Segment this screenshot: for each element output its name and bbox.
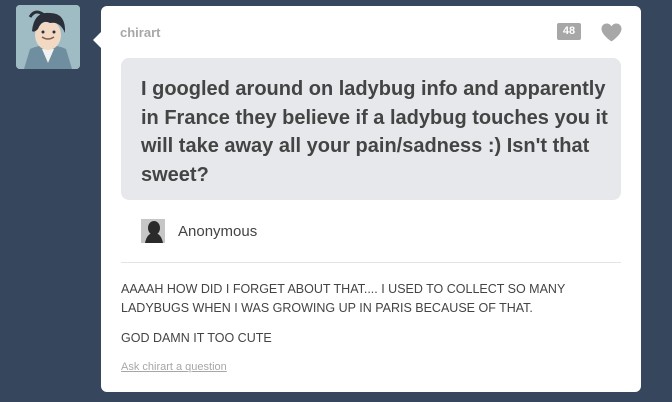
anonymous-silhouette-icon	[141, 219, 165, 243]
asker-info: Anonymous	[141, 219, 257, 243]
card-pointer	[93, 32, 101, 48]
asker-name: Anonymous	[178, 222, 258, 240]
answer-body: AAAAH HOW DID I FORGET ABOUT THAT.... I …	[121, 280, 621, 359]
ask-post-card: chirart 48 I googled around on ladybug i…	[93, 6, 641, 392]
divider	[121, 262, 621, 263]
answer-paragraph: AAAAH HOW DID I FORGET ABOUT THAT.... I …	[121, 282, 566, 315]
avatar-illustration	[16, 5, 80, 69]
question-text: I googled around on ladybug info and app…	[141, 78, 608, 186]
notes-count-badge[interactable]: 48	[557, 23, 581, 40]
ask-question-link[interactable]: Ask chirart a question	[121, 361, 227, 373]
post-username[interactable]: chirart	[120, 25, 160, 40]
answer-paragraph: GOD DAMN IT TOO CUTE	[121, 331, 272, 345]
question-bubble: I googled around on ladybug info and app…	[121, 58, 621, 200]
blog-avatar[interactable]	[16, 5, 80, 69]
heart-icon[interactable]	[601, 23, 622, 42]
